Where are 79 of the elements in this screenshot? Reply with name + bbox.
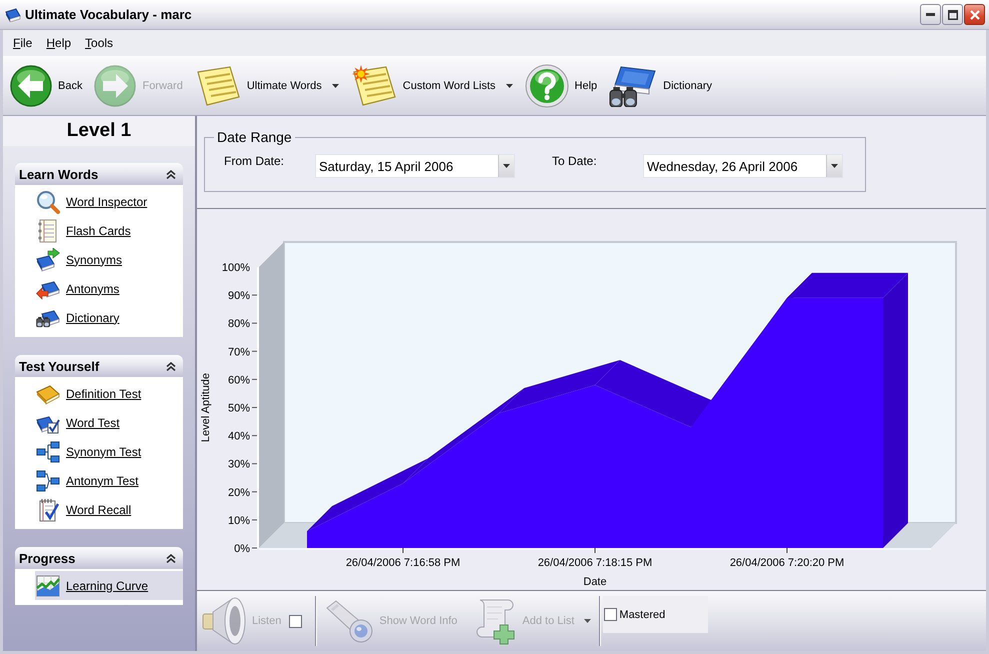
x-axis-title: Date [583, 576, 607, 588]
date-field[interactable]: Wednesday, 26 April 2006 [643, 154, 843, 178]
y-axis-title: Level Aptitude [200, 372, 212, 442]
x-tick-label: 26/04/2006 7:16:58 PM [346, 557, 460, 569]
notepad-star-icon [350, 64, 397, 106]
sidebar-link[interactable]: Synonyms [35, 245, 183, 274]
group-title: Test Yourself [19, 358, 100, 374]
group-title: Progress [19, 550, 76, 566]
maximize-button[interactable] [942, 4, 963, 25]
minimize-button[interactable] [920, 4, 941, 25]
checkbox[interactable] [289, 614, 302, 628]
caret-icon [332, 84, 339, 88]
window-title: Ultimate Vocabulary - marc [25, 7, 193, 22]
book-binoculars-icon [609, 64, 658, 106]
menu-item[interactable]: Tools [78, 36, 120, 50]
collapse-chevron-icon [166, 170, 176, 178]
close-button[interactable] [964, 4, 985, 25]
sidebar-link[interactable]: Dictionary [35, 303, 183, 332]
mastered-checkbox[interactable]: Mastered [603, 596, 708, 633]
x-tick-label: 26/04/2006 7:20:20 PM [730, 557, 844, 569]
y-tick-label: 20% [228, 486, 250, 499]
field-label: To Date: [552, 154, 598, 168]
level-heading: Level 1 [3, 116, 195, 146]
caret-icon [831, 164, 838, 168]
collapse-chevron-icon [166, 362, 176, 370]
branch-diagram-icon [36, 468, 60, 492]
date-field[interactable]: Saturday, 15 April 2006 [315, 154, 515, 178]
sidebar-link[interactable]: Word Test [35, 408, 183, 437]
book-icon [5, 8, 21, 22]
y-tick-label: 70% [228, 346, 250, 358]
toolbar-button[interactable]: Dictionary [603, 60, 718, 112]
help-icon [524, 64, 569, 108]
toolbar-button[interactable]: Custom Word Lists [344, 60, 519, 112]
speaker-icon [202, 597, 246, 645]
y-tick-label: 0% [234, 543, 250, 555]
sidebar-link[interactable]: Flash Cards [35, 216, 183, 245]
menu-item[interactable]: File [6, 36, 40, 50]
x-tick-label: 26/04/2006 7:18:15 PM [538, 557, 652, 569]
y-tick-label: 30% [228, 458, 250, 471]
sidebar-link[interactable]: Word Inspector [35, 187, 183, 216]
minimize-icon [926, 13, 935, 16]
toolbar-button[interactable]: Back [4, 60, 88, 112]
maximize-icon [948, 10, 958, 20]
toolbar-button[interactable]: Help [518, 60, 604, 112]
magnifier-icon [36, 190, 60, 214]
checkbox[interactable] [604, 608, 618, 621]
sidebar-link[interactable]: Word Recall [35, 495, 183, 524]
close-icon [970, 10, 980, 20]
y-tick-label: 80% [228, 318, 250, 330]
sidebar-link[interactable]: Synonym Test [35, 437, 183, 466]
y-tick-label: 50% [228, 402, 250, 414]
group-title: Learn Words [19, 166, 98, 182]
line-chart-icon [36, 574, 60, 598]
y-tick-label: 90% [228, 290, 250, 302]
y-tick-label: 60% [228, 374, 250, 386]
sidebar-link[interactable]: Learning Curve [35, 571, 183, 600]
y-tick-label: 40% [228, 430, 250, 443]
sidebar-link[interactable]: Antonym Test [35, 466, 183, 495]
notepad-icon [194, 64, 241, 106]
y-tick-label: 10% [228, 514, 250, 527]
tree-diagram-icon [36, 440, 60, 464]
book-right-arrow-icon [36, 248, 60, 272]
menu-item[interactable]: Help [39, 36, 78, 50]
group-box-title: Date Range [216, 128, 293, 146]
caret-icon [506, 84, 513, 88]
toolbar-button[interactable]: Ultimate Words [188, 60, 345, 112]
y-tick-label: 100% [222, 262, 250, 274]
sidebar-link[interactable]: Antonyms [35, 274, 183, 303]
sidebar-link[interactable]: Definition Test [35, 379, 183, 408]
caret-icon [584, 619, 592, 623]
collapse-chevron-icon [166, 554, 176, 562]
collapse-button[interactable] [166, 170, 176, 178]
collapse-button[interactable] [166, 554, 176, 562]
dropdown-button[interactable] [826, 155, 842, 177]
dropdown-button[interactable] [498, 155, 514, 177]
telescope-icon [325, 599, 374, 643]
field-label: From Date: [223, 154, 286, 168]
collapse-button[interactable] [166, 362, 176, 370]
caret-icon [503, 164, 510, 168]
